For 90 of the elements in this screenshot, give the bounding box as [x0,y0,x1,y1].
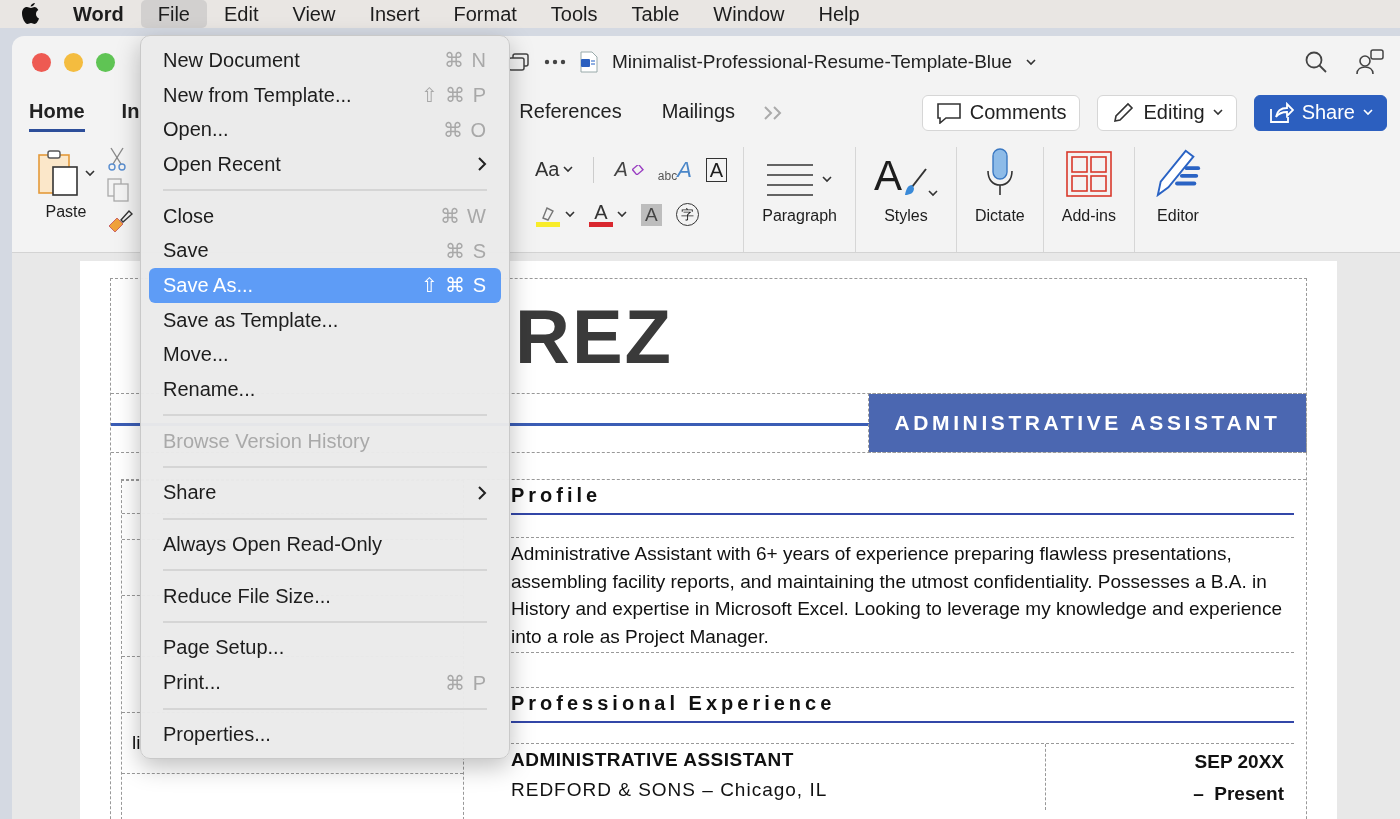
menu-item[interactable]: New Document ⌘ N [149,43,501,78]
company-location: REDFORD & SONS – Chicago, IL [511,779,829,801]
editor-button[interactable]: Editor [1157,207,1199,225]
caret-icon [617,211,627,218]
section-heading: Profile [511,482,1294,515]
job-title: ADMINISTRATIVE ASSISTANT [511,749,795,771]
left-column-text: li [131,732,142,753]
zoom-window-button[interactable] [96,52,115,72]
menu-bar-item[interactable]: Window [696,0,802,28]
menu-item[interactable]: Reduce File Size... [149,578,501,614]
people-icon [1356,49,1384,75]
menu-bar-item[interactable]: Edit [206,0,276,28]
scissors-icon [107,146,127,172]
apple-logo-icon [20,2,42,26]
shading-button[interactable]: A [641,203,662,226]
menu-bar-item[interactable]: Word [56,0,141,28]
menu-item[interactable]: Open Recent [149,147,501,182]
menu-bar-item[interactable]: Insert [352,0,437,28]
grid-icon [1065,151,1112,197]
menu-item[interactable]: Rename... [149,372,501,407]
share-icon [1267,100,1294,125]
shortcut-label: ⌘ P [445,670,487,695]
more-icon [544,59,566,65]
caret-icon [85,169,95,177]
job-end-date: – Present [1192,782,1284,806]
comment-icon [935,101,962,124]
editing-button[interactable]: Editing [1097,94,1237,131]
caret-icon [927,190,938,197]
menu-item[interactable]: Open... ⌘ O [149,112,501,148]
ribbon-tab[interactable]: In [121,93,140,132]
styles-button[interactable]: Styles [884,207,928,225]
paste-button[interactable]: Paste [45,203,87,221]
menu-item[interactable]: Print... ⌘ P [149,665,501,700]
styles-glyph: A [873,155,902,197]
profile-paragraph: Administrative Assistant with 6+ years of experience preparing flawless presentations, assembling facility reports, and maintaining the utmost confidentiality. Possesses a B.A. in History and expertise in Microsoft Excel. Looking to leverage my knowledge and experience into a role as Project Manager. [511,537,1294,653]
chevrons-icon [763,105,783,120]
microphone-icon [984,147,1015,197]
align-lines-icon [764,163,835,197]
caret-icon [565,211,575,218]
menu-bar-item[interactable]: Tools [533,0,615,28]
close-window-button[interactable] [32,52,51,72]
caret-icon [563,166,574,173]
job-start-date: SEP 20XX [1193,750,1284,774]
dictate-button[interactable]: Dictate [974,207,1025,225]
menu-item[interactable]: Close ⌘ W [149,198,501,234]
shortcut-label: ⌘ S [445,238,487,263]
search-icon [1304,50,1328,74]
menu-item[interactable]: Save as Template... [149,302,501,338]
clipboard-icon [37,149,81,197]
menu-item[interactable]: New from Template... ⇧ ⌘ P [149,77,501,113]
menu-bar-item[interactable]: Help [801,0,877,28]
minimize-window-button[interactable] [64,52,83,72]
ribbon-tab[interactable]: Mailings [661,93,735,132]
menu-item[interactable]: Share [149,475,501,511]
name-heading: REZ [515,292,674,380]
comments-button[interactable]: Comments [921,94,1081,131]
menu-item[interactable]: Always Open Read-Only [149,527,501,562]
paragraph-button[interactable]: Paragraph [762,207,837,225]
shortcut-label: ⇧ ⌘ P [420,83,487,108]
menu-bar-item[interactable]: Format [436,0,534,28]
menu-bar-item[interactable]: View [275,0,353,28]
document-icon [580,51,598,73]
share-button[interactable]: Share [1253,94,1387,131]
clear-formatting-button[interactable]: A [614,158,644,181]
shortcut-label: ⌘ W [439,204,487,229]
section-heading: Professional Experience [511,690,1294,723]
menu-item[interactable]: Move... [149,337,501,373]
caret-icon [1026,58,1037,66]
shortcut-label: ⌘ O [442,117,487,142]
ribbon-tab[interactable]: References [519,93,622,132]
shortcut-label: ⇧ ⌘ S [420,273,487,298]
menu-bar-item[interactable]: Table [614,0,697,28]
text-box-button[interactable]: A [705,157,728,182]
caret-icon [1212,109,1223,116]
copy-icon [107,178,129,202]
caret-icon [1363,109,1373,116]
shortcut-label: ⌘ N [444,48,487,73]
job-title-banner: ADMINISTRATIVE ASSISTANT [869,394,1306,452]
menu-bar-item[interactable]: File [140,0,207,28]
font-color-button[interactable]: A [589,202,613,227]
brush-icon [107,208,133,232]
change-case-button[interactable]: Aa [535,158,560,181]
document-title[interactable]: Minimalist-Professional-Resume-Template-Blue [612,51,1013,73]
menu-item[interactable]: Page Setup... [149,630,501,666]
eraser-icon [631,164,644,175]
menu-item[interactable]: Save ⌘ S [149,233,501,269]
addins-button[interactable]: Add-ins [1061,207,1116,225]
ribbon-tab[interactable]: Home [29,93,85,132]
menu-item[interactable]: Properties... [149,717,501,752]
pencil-icon [1111,100,1136,125]
